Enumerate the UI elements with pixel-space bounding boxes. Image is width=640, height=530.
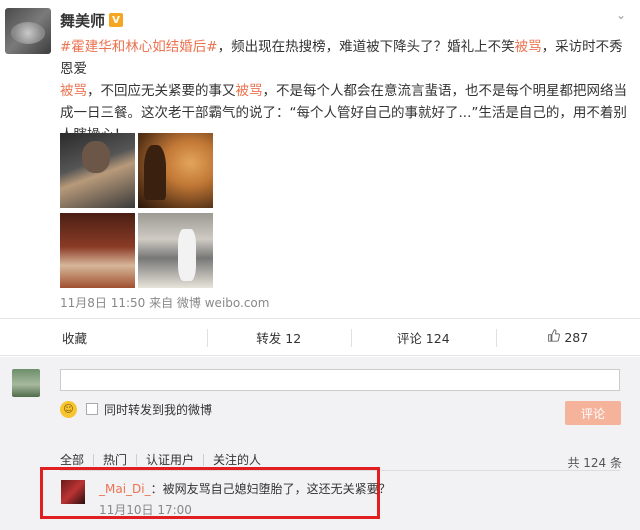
comment-time: 11月10日 17:00 xyxy=(99,503,192,517)
user-row: 舞美师 V xyxy=(60,10,124,31)
repost-checkbox[interactable] xyxy=(86,403,98,415)
emoji-icon[interactable]: ☺ xyxy=(60,401,77,418)
keyword-link[interactable]: 被骂 xyxy=(60,83,87,99)
comment-button[interactable]: 评论 124 xyxy=(351,319,496,355)
highlighted-comment: _Mai_Di_：被网友骂自己媳妇堕胎了，这还无关紧要？ 11月10日 17:0… xyxy=(40,467,391,519)
photo-thumbnail[interactable] xyxy=(60,213,135,288)
tab-verified[interactable]: 认证用户 xyxy=(137,454,205,466)
commenter-username[interactable]: _Mai_Di_ xyxy=(99,482,151,496)
keyword-link[interactable]: 被骂 xyxy=(515,39,542,55)
commenter-avatar[interactable] xyxy=(61,480,85,504)
keyword-link[interactable]: 被骂 xyxy=(236,83,263,99)
submit-comment-button[interactable]: 评论 xyxy=(565,401,621,425)
tab-all[interactable]: 全部 xyxy=(60,454,95,466)
favorite-button[interactable]: 收藏 xyxy=(0,319,207,355)
photo-thumbnail[interactable] xyxy=(138,213,213,288)
post-text-segment: ，不回应无关紧要的事又 xyxy=(87,83,236,99)
username[interactable]: 舞美师 xyxy=(60,10,105,31)
photo-thumbnail[interactable] xyxy=(60,133,135,208)
comment-text: _Mai_Di_：被网友骂自己媳妇堕胎了，这还无关紧要？ xyxy=(99,480,391,497)
comment-count: 共 124 条 xyxy=(567,456,622,470)
post-meta: 11月8日 11:50 来自 微博 weibo.com xyxy=(60,296,270,310)
hashtag-link[interactable]: #霍建华和林心如结婚后# xyxy=(60,39,218,55)
tab-hot[interactable]: 热门 xyxy=(94,454,138,466)
repost-button[interactable]: 转发 12 xyxy=(206,319,352,355)
like-button[interactable]: 287 xyxy=(495,319,640,355)
comment-body: ：被网友骂自己媳妇堕胎了，这还无关紧要？ xyxy=(150,482,391,496)
action-bar: 收藏 转发 12 评论 124 287 xyxy=(0,318,640,356)
repost-label: 同时转发到我的微博 xyxy=(104,403,213,417)
post-text-segment: ，频出现在热搜榜，难道被下降头了？婚礼上不笑 xyxy=(217,39,515,55)
thumbs-up-icon xyxy=(547,328,561,346)
weibo-post: 舞美师 V ⌄ #霍建华和林心如结婚后#，频出现在热搜榜，难道被下降头了？婚礼上… xyxy=(0,0,640,318)
comment-input[interactable] xyxy=(60,369,620,391)
comment-area: ☺ 同时转发到我的微博 评论 全部 热门 认证用户 关注的人 共 124 条 _… xyxy=(0,357,640,530)
tab-following[interactable]: 关注的人 xyxy=(204,454,270,466)
comment-filter-tabs: 全部 热门 认证用户 关注的人 xyxy=(60,454,270,466)
post-text: #霍建华和林心如结婚后#，频出现在热搜榜，难道被下降头了？婚礼上不笑被骂，采访时… xyxy=(60,36,630,146)
user-avatar[interactable] xyxy=(5,8,51,54)
vip-badge-icon: V xyxy=(109,13,124,27)
my-avatar xyxy=(12,369,40,397)
like-count: 287 xyxy=(564,329,589,345)
photo-thumbnail[interactable] xyxy=(138,133,213,208)
chevron-down-icon[interactable]: ⌄ xyxy=(616,8,626,22)
